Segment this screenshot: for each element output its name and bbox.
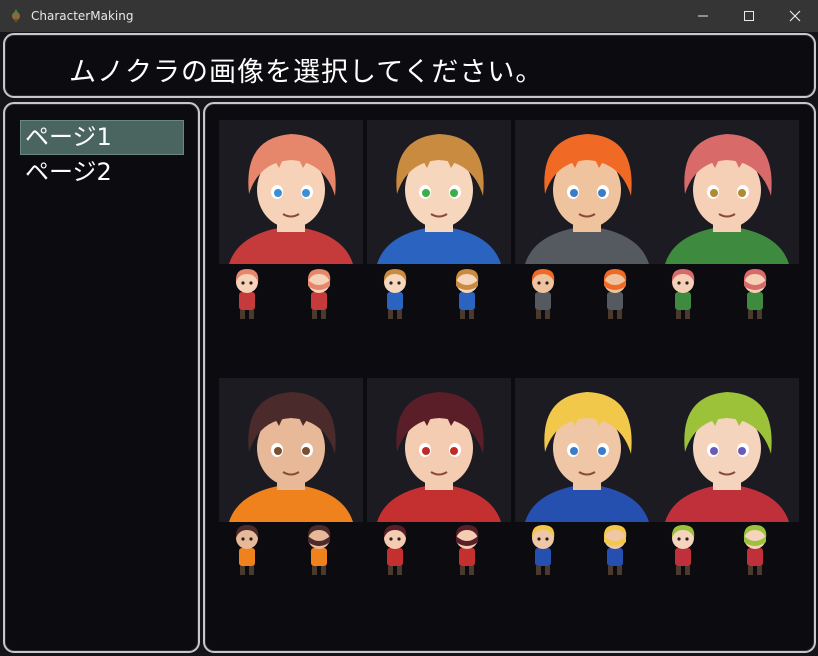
character-sprite-3-2[interactable] xyxy=(597,266,633,322)
character-sprite-4-2[interactable] xyxy=(737,266,773,322)
character-sprite-5-2[interactable] xyxy=(301,522,337,578)
character-sprite-3-1[interactable] xyxy=(525,266,561,322)
maximize-icon xyxy=(744,11,754,21)
character-sprite-2-2[interactable] xyxy=(449,266,485,322)
character-sprite-1-2[interactable] xyxy=(301,266,337,322)
character-sprite-7-1[interactable] xyxy=(525,522,561,578)
character-face-2[interactable] xyxy=(367,120,511,264)
character-sprite-6-2[interactable] xyxy=(449,522,485,578)
character-sprite-4-1[interactable] xyxy=(665,266,701,322)
character-sprite-8-1[interactable] xyxy=(665,522,701,578)
app-icon xyxy=(12,9,20,23)
character-sprite-7-2[interactable] xyxy=(597,522,633,578)
help-text: ムノクラの画像を選択してください。 xyxy=(69,57,544,88)
page-list-item-label: ページ2 xyxy=(25,158,112,186)
character-sprite-8-2[interactable] xyxy=(737,522,773,578)
window-title: CharacterMaking xyxy=(31,9,134,23)
character-face-8[interactable] xyxy=(655,378,799,522)
character-face-6[interactable] xyxy=(367,378,511,522)
help-window: ムノクラの画像を選択してください。 xyxy=(3,33,816,98)
character-face-4[interactable] xyxy=(655,120,799,264)
character-sprite-5-1[interactable] xyxy=(229,522,265,578)
character-sprite-2-1[interactable] xyxy=(377,266,413,322)
page-list-item-1[interactable]: ページ1 xyxy=(20,120,184,155)
page-list-item-label: ページ1 xyxy=(25,123,112,151)
character-face-7[interactable] xyxy=(515,378,659,522)
page-list-item-2[interactable]: ページ2 xyxy=(21,156,183,189)
page-list-window: ページ1 ページ2 xyxy=(3,102,200,653)
character-face-1[interactable] xyxy=(219,120,363,264)
character-sprite-1-1[interactable] xyxy=(229,266,265,322)
window-titlebar[interactable]: CharacterMaking xyxy=(0,0,818,32)
minimize-button[interactable] xyxy=(680,0,726,32)
character-sprite-6-1[interactable] xyxy=(377,522,413,578)
close-button[interactable] xyxy=(772,0,818,32)
character-face-3[interactable] xyxy=(515,120,659,264)
minimize-icon xyxy=(698,15,708,17)
close-icon xyxy=(789,10,801,22)
maximize-button[interactable] xyxy=(726,0,772,32)
character-face-5[interactable] xyxy=(219,378,363,522)
